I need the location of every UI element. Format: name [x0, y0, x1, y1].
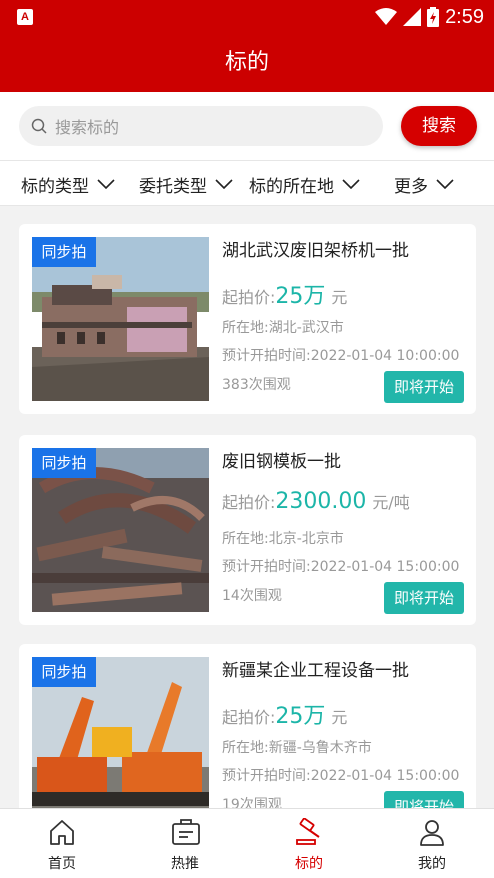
- item-start-time: 预计开拍时间:2022-01-04 15:00:00: [222, 768, 460, 784]
- price-unit: 元: [331, 288, 348, 307]
- tab-lots[interactable]: 标的: [259, 809, 359, 878]
- list-item[interactable]: 同步拍 废旧钢模板一批 起拍价: 2300.00 元/吨 所在地:北京-北京市 …: [19, 435, 476, 625]
- tab-mine[interactable]: 我的: [382, 809, 482, 878]
- filter-item-entrust[interactable]: 委托类型: [139, 161, 233, 207]
- battery-charging-icon: [427, 7, 440, 27]
- item-title: 湖北武汉废旧架桥机一批: [222, 241, 409, 261]
- search-input[interactable]: 搜索标的: [19, 106, 383, 146]
- price-unit: 元/吨: [372, 493, 410, 512]
- filter-label: 委托类型: [139, 176, 207, 197]
- item-thumbnail: 同步拍: [32, 448, 209, 612]
- search-placeholder: 搜索标的: [55, 118, 120, 137]
- tab-label: 首页: [48, 856, 76, 872]
- home-icon: [50, 820, 74, 845]
- list-item[interactable]: 同步拍 湖北武汉废旧架桥机一批 起拍价: 25万 元 所在地:湖北-武汉市 预计…: [19, 224, 476, 414]
- item-title: 新疆某企业工程设备一批: [222, 661, 409, 681]
- item-start-time: 预计开拍时间:2022-01-04 10:00:00: [222, 348, 460, 364]
- auction-list: 同步拍 湖北武汉废旧架桥机一批 起拍价: 25万 元 所在地:湖北-武汉市 预计…: [0, 206, 494, 808]
- filter-bar: 标的类型 委托类型 标的所在地 更多: [0, 160, 494, 206]
- filter-label: 标的类型: [21, 176, 89, 197]
- app-notification-icon: A: [17, 9, 33, 25]
- price-label: 起拍价:: [222, 288, 276, 307]
- clock: 2:59: [445, 5, 484, 28]
- user-icon: [420, 820, 444, 846]
- item-location: 所在地:湖北-武汉市: [222, 320, 344, 336]
- filter-label: 标的所在地: [249, 176, 334, 197]
- auction-hammer-icon: [296, 818, 320, 845]
- tab-label: 我的: [418, 856, 446, 872]
- search-icon: [31, 118, 47, 134]
- search-bar: 搜索标的 搜索: [0, 92, 494, 160]
- sync-auction-tag: 同步拍: [32, 657, 96, 687]
- item-location: 所在地:新疆-乌鲁木齐市: [222, 740, 372, 756]
- chevron-down-icon: [436, 179, 454, 189]
- price-unit: 元: [331, 708, 348, 727]
- sync-auction-tag: 同步拍: [32, 448, 96, 478]
- item-thumbnail: 同步拍: [32, 657, 209, 808]
- signal-icon: [403, 8, 422, 26]
- chevron-down-icon: [97, 179, 115, 189]
- page-title: 标的: [0, 34, 494, 92]
- item-title: 废旧钢模板一批: [222, 452, 341, 472]
- item-price: 起拍价: 2300.00 元/吨: [222, 489, 410, 514]
- hot-list-icon: [172, 819, 200, 845]
- filter-item-type[interactable]: 标的类型: [21, 161, 115, 207]
- wifi-icon: [375, 8, 398, 25]
- status-button[interactable]: 即将开始: [384, 371, 464, 403]
- tab-label: 标的: [295, 856, 323, 872]
- item-thumbnail: 同步拍: [32, 237, 209, 401]
- chevron-down-icon: [215, 179, 233, 189]
- price-value: 25万: [275, 284, 326, 309]
- price-label: 起拍价:: [222, 708, 276, 727]
- tab-label: 热推: [171, 856, 199, 872]
- status-icons: 2:59: [375, 4, 484, 30]
- search-button[interactable]: 搜索: [401, 106, 477, 146]
- item-location: 所在地:北京-北京市: [222, 531, 344, 547]
- item-price: 起拍价: 25万 元: [222, 698, 347, 730]
- price-value: 2300.00: [275, 489, 367, 514]
- sync-auction-tag: 同步拍: [32, 237, 96, 267]
- status-bar: A 2:59: [0, 0, 494, 34]
- item-price: 起拍价: 25万 元: [222, 278, 347, 310]
- status-button[interactable]: 即将开始: [384, 582, 464, 614]
- filter-item-more[interactable]: 更多: [394, 161, 454, 207]
- chevron-down-icon: [342, 179, 360, 189]
- list-item[interactable]: 同步拍 新疆某企业工程设备一批 起拍价: 25万 元 所在地:新疆-乌鲁木齐市 …: [19, 644, 476, 808]
- status-button[interactable]: 即将开始: [384, 791, 464, 808]
- item-views: 383次围观: [222, 377, 291, 393]
- filter-item-location[interactable]: 标的所在地: [249, 161, 360, 207]
- item-views: 14次围观: [222, 588, 282, 604]
- tab-hot[interactable]: 热推: [135, 809, 235, 878]
- filter-label: 更多: [394, 176, 428, 197]
- price-value: 25万: [275, 704, 326, 729]
- item-start-time: 预计开拍时间:2022-01-04 15:00:00: [222, 559, 460, 575]
- bottom-tab-bar: 首页 热推 标的 我的: [0, 808, 494, 878]
- tab-home[interactable]: 首页: [12, 809, 112, 878]
- item-views: 19次围观: [222, 797, 282, 808]
- price-label: 起拍价:: [222, 493, 276, 512]
